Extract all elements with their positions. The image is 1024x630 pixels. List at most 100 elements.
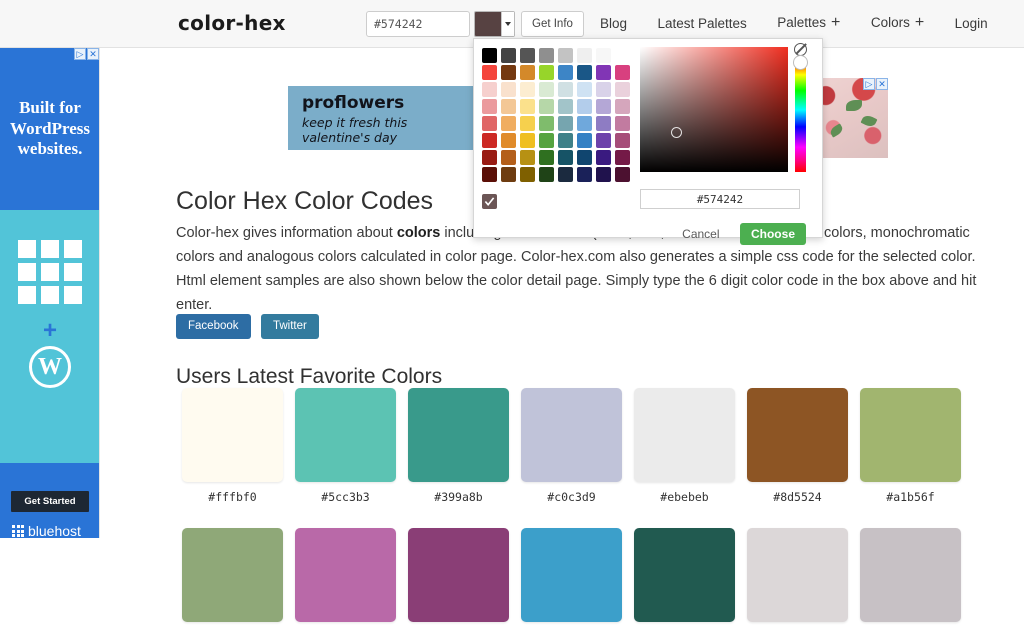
- favorite-color-cell[interactable]: #c0c3d9: [521, 388, 634, 504]
- palette-color-swatch[interactable]: [558, 150, 573, 165]
- color-swatch[interactable]: [634, 528, 735, 622]
- palette-color-swatch[interactable]: [615, 82, 630, 97]
- ad-close-icon[interactable]: ✕: [876, 78, 888, 90]
- palette-color-swatch[interactable]: [577, 48, 592, 63]
- favorite-color-cell[interactable]: [747, 504, 860, 630]
- color-swatch[interactable]: [182, 388, 283, 482]
- palette-color-swatch[interactable]: [558, 116, 573, 131]
- palette-color-swatch[interactable]: [520, 167, 535, 182]
- favorite-color-cell[interactable]: [182, 504, 295, 630]
- palette-color-swatch[interactable]: [558, 133, 573, 148]
- saturation-value-area[interactable]: [640, 47, 788, 172]
- color-swatch[interactable]: [182, 528, 283, 622]
- palette-color-swatch[interactable]: [577, 99, 592, 114]
- palette-color-swatch[interactable]: [501, 82, 516, 97]
- plus-icon[interactable]: +: [915, 14, 924, 31]
- facebook-share-button[interactable]: Facebook: [176, 314, 251, 339]
- favorite-color-cell[interactable]: #399a8b: [408, 388, 521, 504]
- proflowers-banner-ad[interactable]: proflowers keep it fresh thisvalentine's…: [288, 86, 484, 150]
- favorite-color-cell[interactable]: [521, 504, 634, 630]
- palette-color-swatch[interactable]: [501, 99, 516, 114]
- choose-button[interactable]: Choose: [740, 223, 806, 245]
- palette-color-swatch[interactable]: [482, 99, 497, 114]
- palette-color-swatch[interactable]: [482, 65, 497, 80]
- palette-color-swatch[interactable]: [596, 116, 611, 131]
- color-swatch[interactable]: [295, 388, 396, 482]
- hex-code-input[interactable]: [366, 11, 470, 37]
- palette-color-swatch[interactable]: [539, 48, 554, 63]
- palette-color-swatch[interactable]: [482, 48, 497, 63]
- palette-color-swatch[interactable]: [482, 133, 497, 148]
- color-swatch[interactable]: [408, 528, 509, 622]
- adchoices-play-icon[interactable]: ▷: [74, 48, 86, 60]
- palette-color-swatch[interactable]: [520, 133, 535, 148]
- palette-color-swatch[interactable]: [558, 82, 573, 97]
- get-started-button[interactable]: Get Started: [11, 491, 89, 512]
- palette-color-swatch[interactable]: [501, 65, 516, 80]
- palette-color-swatch[interactable]: [596, 82, 611, 97]
- chevron-down-icon[interactable]: [501, 12, 514, 36]
- favorite-color-cell[interactable]: #8d5524: [747, 388, 860, 504]
- color-swatch[interactable]: [295, 528, 396, 622]
- palette-color-swatch[interactable]: [520, 99, 535, 114]
- favorite-color-cell[interactable]: [408, 504, 521, 630]
- palette-color-swatch[interactable]: [482, 116, 497, 131]
- palette-color-swatch[interactable]: [558, 99, 573, 114]
- color-swatch[interactable]: [860, 388, 961, 482]
- palette-color-swatch[interactable]: [520, 82, 535, 97]
- color-swatch[interactable]: [521, 528, 622, 622]
- site-logo[interactable]: color-hex: [178, 11, 286, 35]
- palette-color-swatch[interactable]: [577, 82, 592, 97]
- favorite-color-cell[interactable]: #fffbf0: [182, 388, 295, 504]
- palette-color-swatch[interactable]: [596, 150, 611, 165]
- hue-slider-handle[interactable]: [793, 55, 808, 70]
- palette-color-swatch[interactable]: [615, 65, 630, 80]
- palette-color-swatch[interactable]: [558, 167, 573, 182]
- palette-color-swatch[interactable]: [615, 116, 630, 131]
- twitter-share-button[interactable]: Twitter: [261, 314, 319, 339]
- selected-custom-color-swatch[interactable]: [482, 194, 497, 209]
- color-swatch[interactable]: [408, 388, 509, 482]
- color-swatch[interactable]: [747, 388, 848, 482]
- color-swatch[interactable]: [860, 528, 961, 622]
- ad-choices-badge[interactable]: ▷ ✕: [74, 48, 99, 60]
- right-image-advertisement[interactable]: ▷ ✕: [812, 78, 888, 158]
- palette-color-swatch[interactable]: [482, 150, 497, 165]
- palette-color-swatch[interactable]: [615, 150, 630, 165]
- nav-item-login[interactable]: Login: [955, 16, 988, 31]
- palette-color-swatch[interactable]: [501, 150, 516, 165]
- favorite-color-cell[interactable]: #a1b56f: [860, 388, 973, 504]
- sv-cursor-handle[interactable]: [671, 127, 682, 138]
- palette-color-swatch[interactable]: [577, 133, 592, 148]
- nav-item-palettes[interactable]: Palettes+: [777, 14, 840, 32]
- cancel-button[interactable]: Cancel: [676, 226, 725, 242]
- palette-color-swatch[interactable]: [577, 167, 592, 182]
- palette-color-swatch[interactable]: [558, 48, 573, 63]
- color-swatch[interactable]: [747, 528, 848, 622]
- palette-color-swatch[interactable]: [596, 65, 611, 80]
- plus-icon[interactable]: +: [831, 14, 840, 31]
- color-swatch-dropdown-button[interactable]: [474, 11, 515, 37]
- palette-color-swatch[interactable]: [520, 65, 535, 80]
- hue-slider[interactable]: [795, 59, 806, 172]
- get-info-button[interactable]: Get Info: [521, 11, 584, 37]
- palette-color-swatch[interactable]: [539, 65, 554, 80]
- palette-color-swatch[interactable]: [501, 167, 516, 182]
- palette-color-swatch[interactable]: [539, 82, 554, 97]
- palette-color-swatch[interactable]: [577, 150, 592, 165]
- palette-color-swatch[interactable]: [596, 99, 611, 114]
- palette-color-swatch[interactable]: [520, 48, 535, 63]
- left-sidebar-advertisement[interactable]: ▷ ✕ Built for WordPress websites. + W Ge…: [0, 48, 100, 538]
- palette-color-swatch[interactable]: [482, 167, 497, 182]
- favorite-color-cell[interactable]: [295, 504, 408, 630]
- palette-color-swatch[interactable]: [482, 82, 497, 97]
- favorite-color-cell[interactable]: [634, 504, 747, 630]
- palette-color-swatch[interactable]: [520, 116, 535, 131]
- palette-color-swatch[interactable]: [615, 48, 630, 63]
- ad-close-icon[interactable]: ✕: [87, 48, 99, 60]
- palette-color-swatch[interactable]: [539, 150, 554, 165]
- nav-item-blog[interactable]: Blog: [600, 16, 627, 31]
- palette-color-swatch[interactable]: [520, 150, 535, 165]
- nav-item-colors[interactable]: Colors+: [871, 14, 924, 32]
- favorite-color-cell[interactable]: #5cc3b3: [295, 388, 408, 504]
